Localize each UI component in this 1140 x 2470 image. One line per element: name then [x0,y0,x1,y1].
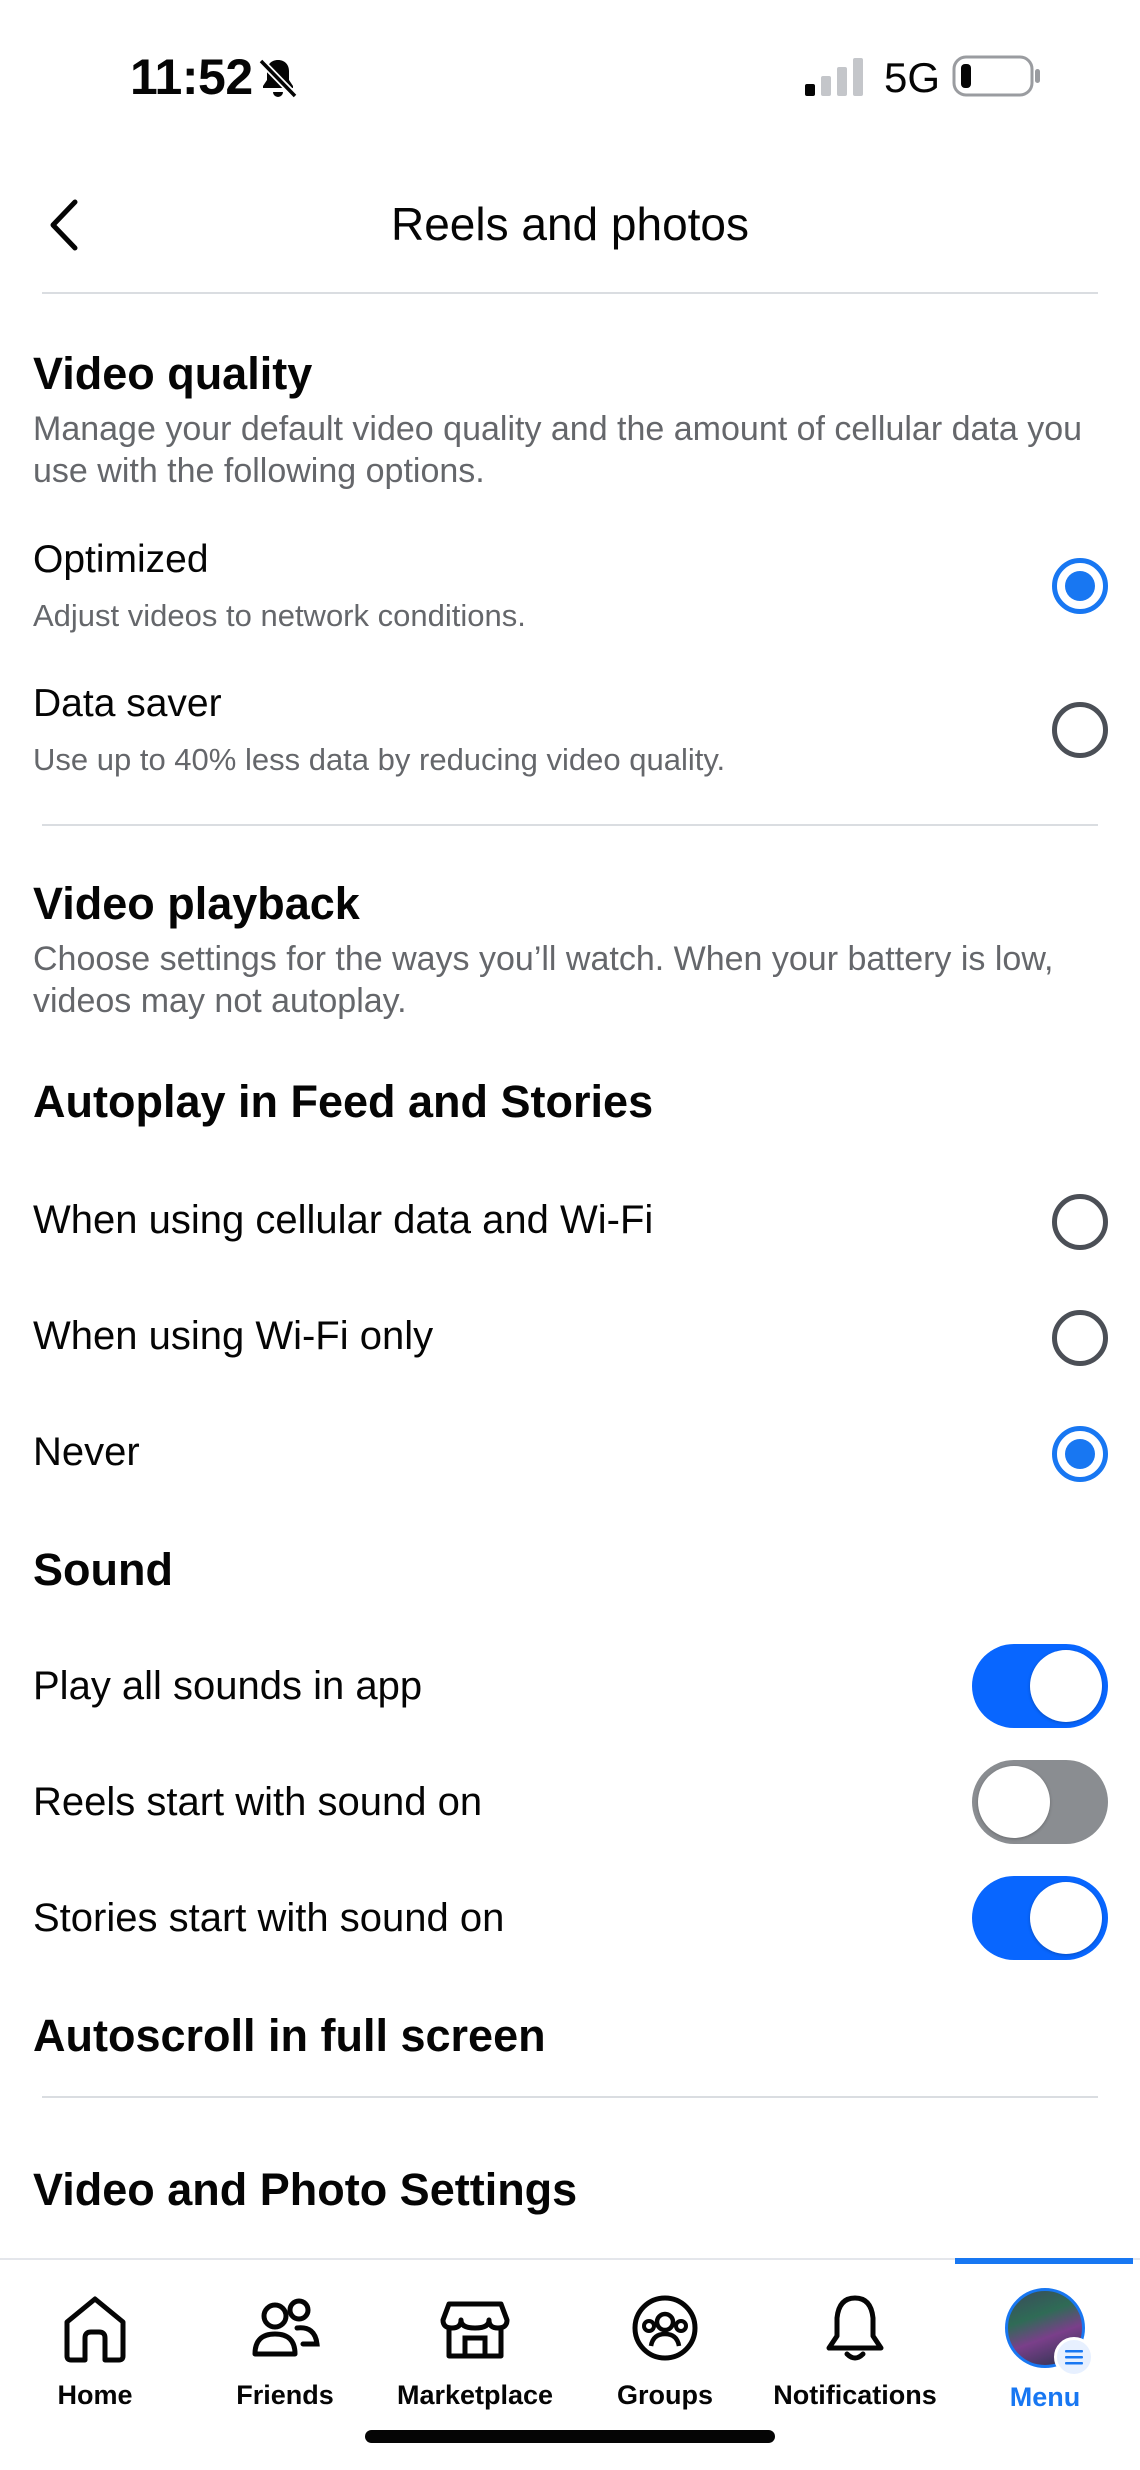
divider [42,824,1098,826]
battery-icon [952,55,1040,97]
nav-groups[interactable]: Groups [570,2260,760,2440]
option-label: When using cellular data and Wi-Fi [33,1198,654,1242]
avatar [1005,2288,1094,2377]
nav-label: Menu [1009,2382,1081,2412]
menu-icon [1054,2337,1094,2377]
marketplace-icon [440,2301,510,2359]
stories-sound-toggle[interactable] [972,1876,1108,1960]
nav-label: Marketplace [396,2380,554,2410]
option-subtitle: Use up to 40% less data by reducing vide… [33,742,726,777]
never-radio[interactable] [1052,1426,1108,1482]
network-type: 5G [884,54,941,101]
autoscroll-heading[interactable]: Autoscroll in full screen [33,2010,546,2062]
bell-icon [826,2295,884,2361]
video-playback-heading: Video playback [33,878,360,929]
toggle-label: Reels start with sound on [33,1780,483,1824]
play-all-sounds-toggle[interactable] [972,1644,1108,1728]
cellular-wifi-radio[interactable] [1052,1194,1108,1250]
groups-icon [632,2295,698,2361]
cellular-signal-icon [805,58,863,96]
toggle-knob [978,1766,1050,1838]
toggle-label: Play all sounds in app [33,1664,423,1708]
data-saver-radio[interactable] [1052,702,1108,758]
nav-notifications[interactable]: Notifications [760,2260,950,2440]
nav-menu[interactable]: Menu [950,2260,1140,2440]
nav-label: Home [57,2380,133,2410]
nav-label: Groups [616,2380,713,2410]
autoplay-heading: Autoplay in Feed and Stories [33,1076,654,1127]
sound-heading: Sound [33,1544,173,1595]
toggle-knob [1030,1882,1102,1954]
page-title: Reels and photos [390,198,750,250]
option-label: Never [33,1430,140,1474]
video-quality-description: Manage your default video quality and th… [33,410,1083,490]
friends-icon [252,2298,320,2357]
header: Reels and photos [0,165,1140,295]
toggle-label: Stories start with sound on [33,1896,505,1940]
home-indicator [365,2430,775,2443]
video-playback-description: Choose settings for the ways you’ll watc… [33,940,1054,1020]
toggle-knob [1030,1650,1102,1722]
nav-label: Notifications [773,2380,937,2410]
video-quality-heading: Video quality [33,348,313,399]
home-icon [64,2296,126,2363]
option-title: Data saver [33,682,222,725]
reels-sound-toggle[interactable] [972,1760,1108,1844]
nav-friends[interactable]: Friends [190,2260,380,2440]
option-label: When using Wi-Fi only [33,1314,434,1358]
optimized-radio[interactable] [1052,558,1108,614]
video-photo-settings-heading: Video and Photo Settings [33,2164,578,2215]
nav-home[interactable]: Home [0,2260,190,2440]
status-time: 11:52 [130,49,253,105]
nav-marketplace[interactable]: Marketplace [380,2260,570,2440]
divider [42,292,1098,294]
divider [42,2096,1098,2098]
nav-label: Friends [236,2380,334,2410]
wifi-only-radio[interactable] [1052,1310,1108,1366]
option-title: Optimized [33,538,209,581]
bell-muted-icon [258,58,298,99]
status-bar: 11:52 5G [0,0,1140,150]
option-subtitle: Adjust videos to network conditions. [33,598,526,633]
